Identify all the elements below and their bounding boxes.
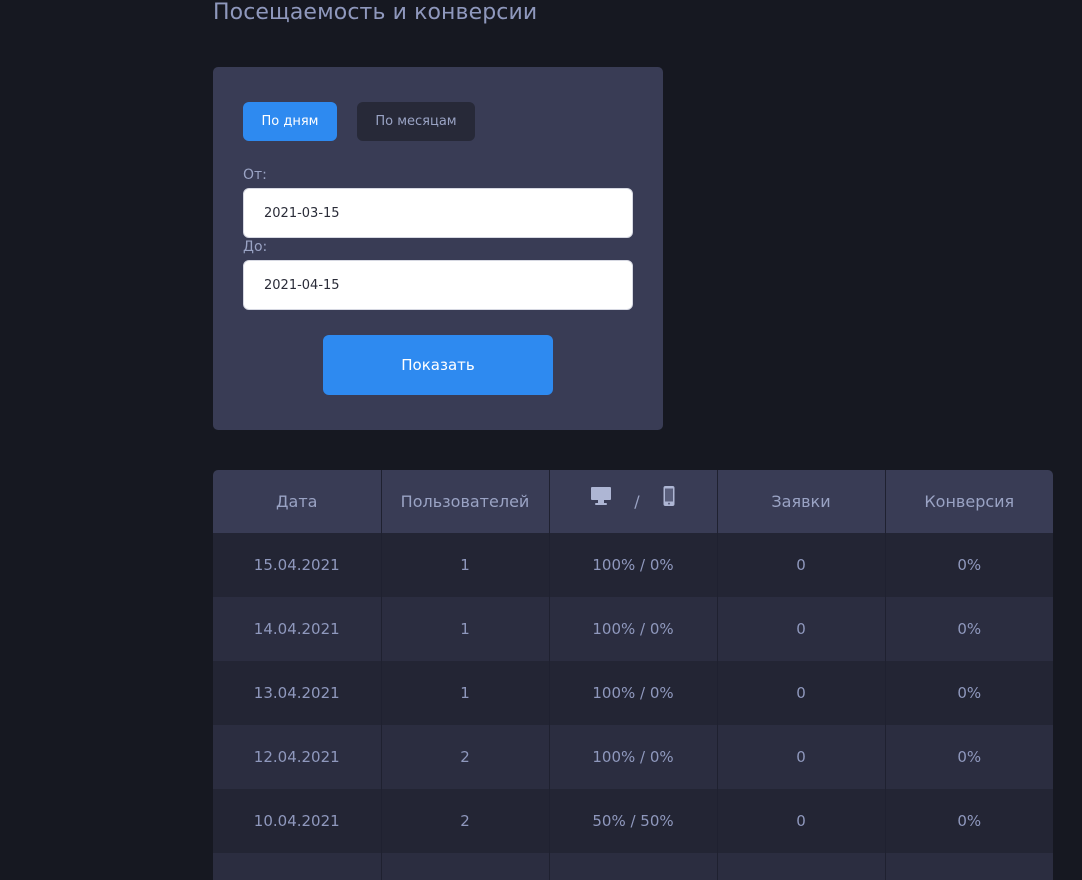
cell-date: 13.04.2021	[213, 661, 382, 725]
mode-months-button[interactable]: По месяцам	[357, 102, 475, 141]
cell-users: 1	[381, 597, 550, 661]
filter-card: По дням По месяцам От: До: Показать	[213, 67, 663, 430]
table-row: 10.04.2021 2 50% / 50% 0 0%	[213, 789, 1053, 853]
header-users: Пользователей	[381, 470, 550, 533]
cell-users: 2	[381, 789, 550, 853]
cell-users: 1	[381, 661, 550, 725]
page-title: Посещаемость и конверсии	[213, 0, 538, 25]
cell-requests: 0	[717, 789, 886, 853]
mobile-icon	[662, 485, 676, 511]
page: Посещаемость и конверсии По дням По меся…	[0, 0, 1082, 880]
from-label: От:	[243, 167, 267, 183]
to-date-input[interactable]	[243, 260, 633, 310]
cell-conversion: 0%	[957, 684, 982, 702]
cell-date: 12.04.2021	[213, 725, 382, 789]
cell-devices: 100% / 0%	[549, 597, 718, 661]
cell-devices: 100% / 0%	[549, 533, 718, 597]
cell-conversion: 0%	[957, 620, 982, 638]
header-devices: /	[549, 470, 718, 533]
header-date: Дата	[213, 470, 382, 533]
header-conversion: Конверсия	[924, 492, 1015, 511]
cell-devices: 50% / 50%	[549, 789, 718, 853]
show-button[interactable]: Показать	[323, 335, 553, 395]
cell-date	[213, 853, 382, 880]
cell-users: 1	[381, 533, 550, 597]
cell-requests: 0	[717, 533, 886, 597]
desktop-icon	[590, 486, 612, 510]
cell-requests: 0	[717, 597, 886, 661]
table-header: Дата Пользователей / Заявки Конверсия	[213, 470, 1053, 533]
header-requests: Заявки	[717, 470, 886, 533]
cell-date: 10.04.2021	[213, 789, 382, 853]
to-label: До:	[243, 239, 268, 255]
device-header-group: /	[590, 485, 675, 511]
stats-table: Дата Пользователей / Заявки Конверсия 15…	[213, 470, 1053, 880]
cell-conversion: 0%	[957, 556, 982, 574]
table-row: 12.04.2021 2 100% / 0% 0 0%	[213, 725, 1053, 789]
cell-users	[381, 853, 550, 880]
table-header-row: Дата Пользователей / Заявки Конверсия	[213, 470, 1053, 533]
cell-date: 15.04.2021	[213, 533, 382, 597]
table-body: 15.04.2021 1 100% / 0% 0 0% 14.04.2021 1…	[213, 533, 1053, 880]
cell-requests: 0	[717, 661, 886, 725]
cell-users: 2	[381, 725, 550, 789]
cell-requests: 0	[717, 725, 886, 789]
cell-devices	[549, 853, 718, 880]
table-row: 13.04.2021 1 100% / 0% 0 0%	[213, 661, 1053, 725]
cell-devices: 100% / 0%	[549, 725, 718, 789]
table-row	[213, 853, 1053, 880]
table-row: 15.04.2021 1 100% / 0% 0 0%	[213, 533, 1053, 597]
table-row: 14.04.2021 1 100% / 0% 0 0%	[213, 597, 1053, 661]
cell-requests	[717, 853, 886, 880]
from-date-input[interactable]	[243, 188, 633, 238]
cell-conversion: 0%	[957, 748, 982, 766]
cell-conversion	[885, 853, 1053, 880]
cell-devices: 100% / 0%	[549, 661, 718, 725]
cell-date: 14.04.2021	[213, 597, 382, 661]
cell-conversion: 0%	[957, 812, 982, 830]
mode-days-button[interactable]: По дням	[243, 102, 337, 141]
device-separator: /	[634, 492, 640, 511]
